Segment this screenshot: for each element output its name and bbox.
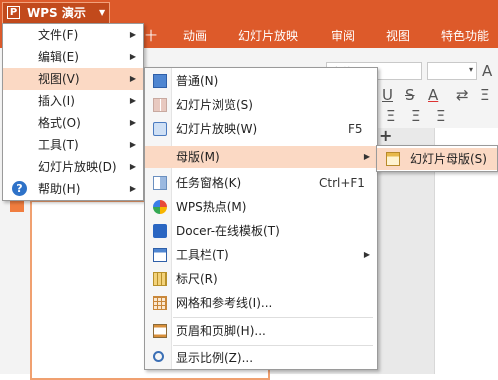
menu-item-grid[interactable]: 网格和参考线(I)... (145, 292, 377, 314)
menu-item-label: 编辑(E) (38, 50, 79, 64)
menu-item-label: 插入(I) (38, 94, 75, 108)
submenu-arrow-icon: ▶ (363, 250, 370, 259)
submenu-arrow-icon: ▶ (129, 118, 136, 127)
menu-item-wps-hotspot[interactable]: WPS热点(M) (145, 196, 377, 218)
main-menu: 文件(F) ▶ 编辑(E) ▶ 视图(V) ▶ 插入(I) ▶ 格式(O) ▶ … (2, 23, 144, 201)
tab-review[interactable]: 审阅 (331, 25, 355, 48)
menu-item-label: 帮助(H) (38, 182, 81, 196)
menu-item-label: 幻灯片母版(S) (410, 152, 487, 166)
menu-item-label: 幻灯片放映(D) (38, 160, 117, 174)
slideshow-icon (153, 122, 167, 136)
submenu-arrow-icon: ▶ (129, 74, 136, 83)
zoom-icon (153, 351, 164, 362)
view-submenu: 普通(N) 幻灯片浏览(S) 幻灯片放映(W) F5 母版(M) ▶ 任务窗格(… (144, 67, 378, 370)
menu-item-label: 格式(O) (38, 116, 81, 130)
align-right-icon[interactable]: Ξ (436, 107, 445, 125)
menu-separator (173, 317, 373, 318)
submenu-arrow-icon: ▶ (129, 162, 136, 171)
menu-item-label: 母版(M) (176, 150, 220, 164)
menu-item-zoom[interactable]: 显示比例(Z)... (145, 347, 377, 369)
chevron-down-icon: ▾ (468, 65, 473, 74)
menu-item-label: WPS热点(M) (176, 200, 247, 214)
menu-item-toolbars[interactable]: 工具栏(T) ▶ (145, 244, 377, 266)
char-spacing-icon[interactable]: ⇄ (456, 86, 469, 104)
wps-logo-icon: P (7, 6, 20, 19)
menu-item-label: 任务窗格(K) (176, 176, 242, 190)
menu-item-docer[interactable]: Docer-在线模板(T) (145, 220, 377, 242)
strikethrough-icon[interactable]: S (405, 86, 415, 104)
menu-item-view[interactable]: 视图(V) ▶ (3, 68, 143, 90)
slide-sorter-icon (153, 98, 167, 112)
tab-features[interactable]: 特色功能 (441, 25, 489, 48)
add-slide-icon[interactable]: + (379, 126, 392, 145)
menu-item-format[interactable]: 格式(O) ▶ (3, 112, 143, 134)
align-icon[interactable]: Ξ (480, 86, 489, 104)
align-center-icon[interactable]: Ξ (411, 107, 420, 125)
menu-separator (173, 345, 373, 346)
menu-item-label: 幻灯片放映(W) (176, 122, 258, 136)
menu-item-ruler[interactable]: 标尺(R) (145, 268, 377, 290)
toolbar-icon (153, 248, 167, 262)
tab-partial[interactable]: 十 (145, 25, 157, 48)
font-color-icon[interactable]: A (428, 86, 438, 104)
wps-menu-button[interactable]: P WPS 演示 ▼ (2, 2, 110, 24)
shortcut-label: Ctrl+F1 (319, 176, 365, 190)
tab-view[interactable]: 视图 (386, 25, 410, 48)
menu-item-label: 页眉和页脚(H)... (176, 324, 266, 338)
grid-icon (153, 296, 167, 310)
menu-item-task-pane[interactable]: 任务窗格(K) Ctrl+F1 (145, 172, 377, 194)
shortcut-label: F5 (348, 122, 363, 136)
tab-slideshow[interactable]: 幻灯片放映 (238, 25, 298, 48)
docer-template-icon (153, 224, 167, 238)
ruler-icon (153, 272, 167, 286)
normal-view-icon (153, 74, 167, 88)
menu-item-label: 普通(N) (176, 74, 219, 88)
submenu-arrow-icon: ▶ (129, 184, 136, 193)
app-title: WPS 演示 (27, 6, 86, 20)
menu-item-edit[interactable]: 编辑(E) ▶ (3, 46, 143, 68)
menu-item-label: 标尺(R) (176, 272, 218, 286)
font-size-select[interactable]: ▾ (427, 62, 477, 80)
menu-item-slide-sorter[interactable]: 幻灯片浏览(S) (145, 94, 377, 116)
submenu-arrow-icon: ▶ (129, 30, 136, 39)
align-left-icon[interactable]: Ξ (386, 107, 395, 125)
menu-item-insert[interactable]: 插入(I) ▶ (3, 90, 143, 112)
task-pane-icon (153, 176, 167, 190)
slide-master-icon (386, 152, 400, 166)
submenu-arrow-icon: ▶ (129, 140, 136, 149)
menu-item-label: 工具(T) (38, 138, 79, 152)
menu-item-label: 工具栏(T) (176, 248, 229, 262)
menu-item-label: 显示比例(Z)... (176, 351, 254, 365)
menu-item-slideshow-view[interactable]: 幻灯片放映(W) F5 (145, 118, 377, 140)
menu-item-header-footer[interactable]: 页眉和页脚(H)... (145, 320, 377, 342)
submenu-arrow-icon: ▶ (129, 52, 136, 61)
menu-item-normal[interactable]: 普通(N) (145, 70, 377, 92)
menu-item-tools[interactable]: 工具(T) ▶ (3, 134, 143, 156)
underline-icon[interactable]: U (382, 86, 393, 104)
menu-item-slide-master[interactable]: 幻灯片母版(S) (377, 148, 497, 170)
menu-item-label: 幻灯片浏览(S) (176, 98, 253, 112)
submenu-arrow-icon: ▶ (363, 152, 370, 161)
menu-item-label: 文件(F) (38, 28, 79, 42)
master-submenu: 幻灯片母版(S) (376, 145, 498, 172)
menu-item-help[interactable]: ? 帮助(H) ▶ (3, 178, 143, 200)
menu-item-label: Docer-在线模板(T) (176, 224, 280, 238)
chevron-down-icon: ▼ (99, 8, 106, 17)
submenu-arrow-icon: ▶ (129, 96, 136, 105)
grow-font-icon[interactable]: A (482, 62, 492, 80)
menu-item-label: 网格和参考线(I)... (176, 296, 273, 310)
menu-item-slideshow[interactable]: 幻灯片放映(D) ▶ (3, 156, 143, 178)
menu-item-label: 视图(V) (38, 72, 80, 86)
wps-hotspot-icon (153, 200, 167, 214)
menu-item-file[interactable]: 文件(F) ▶ (3, 24, 143, 46)
tab-animation[interactable]: 动画 (183, 25, 207, 48)
help-icon: ? (12, 181, 27, 196)
menu-item-master[interactable]: 母版(M) ▶ (145, 146, 377, 168)
header-footer-icon (153, 324, 167, 338)
